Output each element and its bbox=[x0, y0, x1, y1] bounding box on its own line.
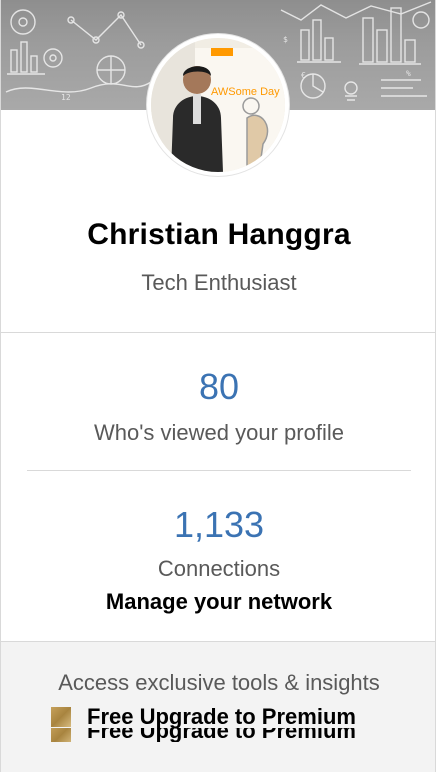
premium-section: Access exclusive tools & insights Free U… bbox=[1, 642, 435, 772]
premium-promo-text: Access exclusive tools & insights bbox=[58, 670, 380, 695]
premium-icon bbox=[51, 728, 71, 742]
svg-text:€: € bbox=[301, 71, 306, 80]
connections-count[interactable]: 1,133 bbox=[1, 504, 435, 546]
avatar[interactable]: AWSome Day bbox=[147, 34, 289, 176]
connections-label[interactable]: Connections bbox=[1, 556, 435, 582]
svg-text:%: % bbox=[406, 69, 411, 78]
upgrade-premium-link[interactable]: Free Upgrade to Premium bbox=[51, 704, 356, 730]
profile-name[interactable]: Christian Hanggra bbox=[1, 218, 435, 252]
avatar-badge-text: AWSome Day bbox=[211, 86, 280, 98]
profile-views-count[interactable]: 80 bbox=[1, 366, 435, 408]
upgrade-premium-label: Free Upgrade to Premium bbox=[87, 728, 356, 742]
avatar-photo: AWSome Day bbox=[151, 38, 285, 172]
svg-text:12: 12 bbox=[61, 93, 71, 102]
upgrade-premium-link-duplicate[interactable]: Free Upgrade to Premium bbox=[51, 728, 356, 742]
upgrade-premium-label: Free Upgrade to Premium bbox=[87, 704, 356, 729]
divider bbox=[1, 332, 435, 333]
premium-icon bbox=[51, 707, 71, 727]
divider bbox=[27, 470, 411, 471]
profile-headline: Tech Enthusiast bbox=[141, 270, 297, 295]
manage-network-link[interactable]: Manage your network bbox=[1, 589, 435, 615]
profile-card: $€% 12x AWSome Day Christi bbox=[0, 0, 436, 772]
profile-views-label[interactable]: Who's viewed your profile bbox=[1, 420, 435, 446]
